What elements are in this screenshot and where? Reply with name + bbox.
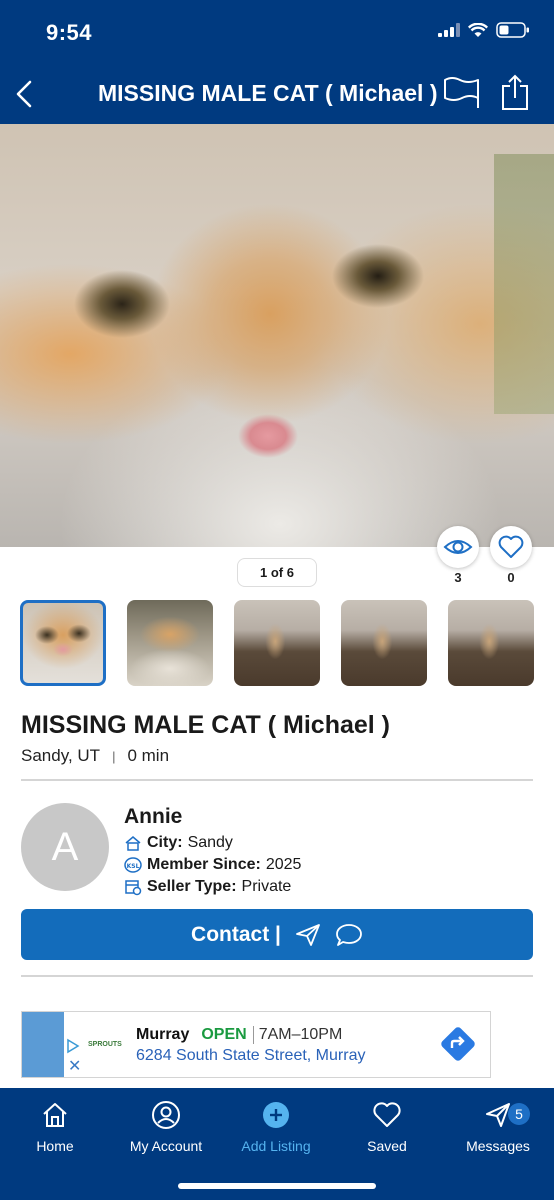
home-icon [43, 1103, 67, 1127]
ad-hours: 7AM–10PM [252, 1026, 342, 1044]
tab-messages[interactable]: Messages 5 [443, 1098, 553, 1154]
contact-label: Contact | [191, 922, 281, 946]
tab-my-account-label: My Account [129, 1138, 203, 1154]
avatar[interactable]: A [21, 803, 109, 891]
seller-name[interactable]: Annie [124, 805, 182, 829]
user-icon [152, 1101, 180, 1129]
type-label: Seller Type: [147, 878, 237, 895]
thumbnail[interactable] [448, 600, 534, 686]
type-value: Private [241, 878, 292, 895]
ad-open-status: OPEN [201, 1026, 247, 1043]
ad-logo: SPROUTS [88, 1041, 122, 1048]
views-count: 3 [454, 570, 462, 585]
tab-saved-label: Saved [367, 1138, 407, 1154]
thumbnail[interactable] [127, 600, 213, 686]
svg-text:KSL: KSL [127, 863, 140, 870]
ksl-logo-icon: KSL [124, 857, 142, 873]
tab-home[interactable]: Home [0, 1098, 110, 1154]
heart-icon [373, 1102, 401, 1127]
thumbnail-strip [20, 600, 534, 686]
divider [21, 779, 533, 781]
tab-messages-label: Messages [466, 1138, 530, 1154]
directions-icon[interactable] [440, 1026, 476, 1062]
member-label: Member Since: [147, 856, 261, 873]
tab-home-label: Home [36, 1138, 74, 1154]
divider [21, 975, 533, 977]
contact-button[interactable]: Contact | [21, 909, 533, 960]
house-icon [125, 836, 141, 851]
tab-saved[interactable]: Saved [332, 1098, 442, 1154]
ad-stripe [22, 1012, 64, 1077]
plus-icon [263, 1102, 289, 1128]
seller-member-since: KSL Member Since: 2025 [124, 856, 301, 874]
ad-close-icon[interactable]: ✕ [68, 1056, 81, 1076]
flag-icon[interactable] [442, 74, 482, 112]
send-icon[interactable] [295, 923, 321, 947]
heart-icon [498, 535, 524, 558]
wifi-icon [468, 22, 488, 37]
back-icon[interactable] [10, 74, 40, 114]
hero-background [494, 154, 554, 414]
thumbnail[interactable] [234, 600, 320, 686]
city-value: Sandy [187, 834, 233, 851]
chat-icon[interactable] [335, 923, 363, 947]
status-time: 9:54 [46, 20, 93, 45]
tab-add-listing[interactable]: Add Listing [221, 1098, 331, 1154]
city-label: City: [147, 834, 183, 851]
store-icon [125, 880, 142, 896]
ad-store-name: Murray [136, 1026, 190, 1043]
seller-city: City: Sandy [124, 834, 233, 852]
nav-bar: MISSING MALE CAT ( Michael ) [0, 64, 554, 124]
tab-bar: Home My Account Add Listing Saved Messag… [0, 1088, 554, 1200]
share-icon[interactable] [500, 72, 530, 112]
messages-badge: 5 [508, 1103, 530, 1125]
member-value: 2025 [265, 856, 302, 873]
ad-choices-icon[interactable] [66, 1038, 80, 1054]
battery-icon [496, 22, 529, 38]
listing-age: 0 min [127, 746, 170, 765]
listing-meta: Sandy, UT | 0 min [21, 746, 169, 766]
thumbnail[interactable] [20, 600, 106, 686]
likes-count: 0 [507, 570, 515, 585]
hero-photo[interactable] [0, 124, 554, 547]
ad-headline: Murray OPEN 7AM–10PM [136, 1026, 342, 1044]
meta-separator: | [112, 748, 116, 764]
ad-address: 6284 South State Street, Murray [136, 1047, 366, 1064]
status-bar: 9:54 [0, 0, 554, 64]
views-button[interactable] [437, 526, 479, 568]
seller-type: Seller Type: Private [124, 878, 291, 896]
ad-banner[interactable]: SPROUTS ✕ Murray OPEN 7AM–10PM 6284 Sout… [21, 1011, 491, 1078]
listing-title: MISSING MALE CAT ( Michael ) [21, 711, 390, 739]
home-indicator [178, 1183, 376, 1189]
photo-counter: 1 of 6 [237, 558, 317, 587]
tab-add-listing-label: Add Listing [241, 1138, 311, 1154]
signal-icon [438, 23, 460, 37]
tab-my-account[interactable]: My Account [111, 1098, 221, 1154]
listing-location: Sandy, UT [21, 746, 101, 765]
favorite-button[interactable] [490, 526, 532, 568]
thumbnail[interactable] [341, 600, 427, 686]
eye-icon [443, 540, 473, 554]
status-icons [438, 22, 530, 38]
page-title: MISSING MALE CAT ( Michael ) [98, 80, 438, 106]
